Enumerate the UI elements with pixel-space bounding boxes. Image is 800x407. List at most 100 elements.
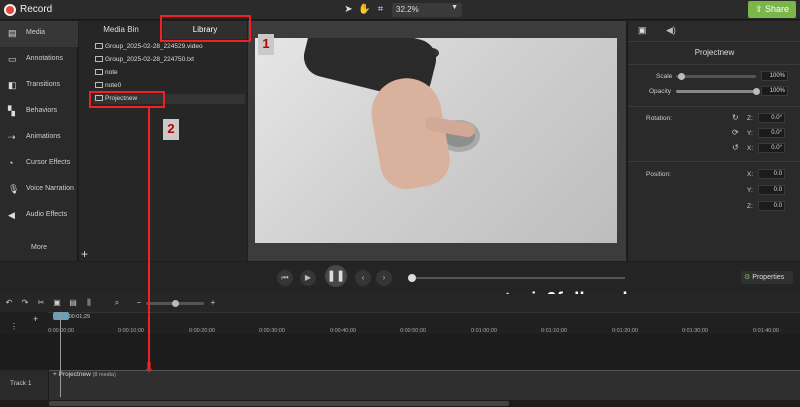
list-item[interactable]: Group_2025-02-28_224529.video [95, 42, 203, 52]
scale-field[interactable]: 100% [761, 71, 788, 81]
list-item[interactable]: Projectnew [93, 94, 245, 104]
cut-icon[interactable]: ✂ [36, 297, 46, 308]
rotation-z-label: Z: [747, 115, 753, 122]
opacity-label: Opacity [649, 88, 672, 95]
rotate-y-icon: ⟳ [732, 128, 739, 137]
position-y-field[interactable]: 0.0 [758, 185, 785, 195]
sidebar-item-audio-effects[interactable]: ◀ Audio Effects [0, 203, 78, 229]
scale-slider[interactable] [676, 75, 756, 78]
file-name: Group_2025-02-28_224750.txt [105, 56, 194, 63]
top-bar: Record ➤ ✋ ⌗ 32.2% ▼ ⇪ Share [0, 0, 800, 20]
tab-library[interactable]: Library [163, 21, 247, 39]
add-media-button[interactable]: + [81, 247, 88, 261]
sidebar-item-animations[interactable]: ⇢ Animations [0, 125, 78, 151]
play-icon[interactable]: ▶ [300, 270, 316, 286]
position-x-label: X: [747, 171, 754, 178]
image-file-icon [95, 43, 103, 50]
sidebar-item-voice-narration[interactable]: 🎙 Voice Narration [0, 177, 78, 203]
sidebar-item-label: Cursor Effects [26, 159, 71, 166]
audio-properties-icon[interactable]: ◀) [666, 25, 676, 36]
video-preview[interactable] [255, 38, 617, 243]
sidebar-item-behaviors[interactable]: ▚ Behaviors [0, 99, 78, 125]
opacity-slider-handle[interactable] [753, 88, 760, 95]
track-label[interactable]: Track 1 [0, 370, 48, 400]
sidebar-item-annotations[interactable]: ▭ Annotations [0, 47, 78, 73]
sidebar-item-cursor-effects[interactable]: ◔ Cursor Effects [0, 151, 78, 177]
sidebar-item-label: Media [26, 29, 46, 36]
add-track-icon[interactable]: + [33, 314, 38, 324]
previous-icon[interactable]: ‹ [355, 270, 371, 286]
annotation-badge-2: 2 [163, 119, 179, 140]
visual-properties-icon[interactable]: ▣ [638, 25, 647, 36]
sidebar-item-label: Audio Effects [26, 211, 68, 218]
lock-icon[interactable]: ⋮ [10, 322, 18, 331]
zoom-select[interactable]: 32.2% ▼ [392, 3, 462, 17]
scale-label: Scale [656, 73, 673, 80]
playback-bar: ⏮ ▶ ‹ › [0, 262, 800, 294]
step-back-icon[interactable]: ⏮ [277, 270, 293, 286]
sidebar-item-transitions[interactable]: ◧ Transitions [0, 73, 78, 99]
sidebar-item-media[interactable]: ▤ Media [0, 21, 78, 47]
list-item[interactable]: note [95, 68, 118, 78]
properties-button[interactable]: ⚙ Properties [741, 271, 793, 284]
image-file-icon [95, 95, 103, 102]
timeline-ruler[interactable]: 0:00:01;29 0:00:00;00 0:00:10;00 0:00:20… [48, 312, 800, 334]
rotation-y-field[interactable]: 0.0° [758, 128, 785, 138]
redo-icon[interactable]: ↷ [20, 297, 30, 308]
next-icon[interactable]: › [376, 270, 392, 286]
scale-slider-handle[interactable] [678, 73, 685, 80]
record-icon[interactable] [4, 4, 16, 16]
chevron-down-icon: ▼ [451, 4, 458, 11]
opacity-slider[interactable] [676, 90, 756, 93]
sidebar-item-label: Animations [26, 133, 61, 140]
tab-media-bin[interactable]: Media Bin [79, 21, 163, 39]
rotation-label: Rotation: [646, 115, 673, 122]
share-icon: ⇪ [754, 4, 765, 14]
zoom-in-icon[interactable]: + [208, 297, 218, 308]
rotation-x-field[interactable]: 0.0° [758, 143, 785, 153]
pause-button[interactable]: ❚❚ [325, 265, 347, 287]
properties-title: Projectnew [694, 48, 735, 57]
playhead-handle[interactable] [53, 312, 69, 320]
zoom-icon[interactable]: ⌕ [112, 297, 122, 308]
timeline-zoom-handle[interactable] [172, 300, 179, 307]
annotation-badge-1: 1 [258, 34, 274, 55]
hand-pan-icon[interactable]: ✋ [358, 3, 371, 16]
list-item[interactable]: note0 [95, 81, 121, 91]
properties-panel: ▣ ◀) Projectnew Scale 100% Opacity 100% … [627, 21, 800, 261]
select-arrow-icon[interactable]: ➤ [342, 3, 355, 16]
microphone-icon: 🎙 [8, 184, 20, 194]
list-item[interactable]: Group_2025-02-28_224750.txt [95, 55, 194, 65]
media-panel: Media Bin Library Group_2025-02-28_22452… [79, 21, 247, 261]
properties-button-label: Properties [752, 274, 785, 281]
zoom-out-icon[interactable]: − [134, 297, 144, 308]
rotation-y-label: Y: [747, 130, 753, 137]
more-button[interactable]: More [0, 244, 78, 251]
scrub-handle[interactable] [408, 274, 416, 282]
media-clip[interactable]: + Projectnew (8 media) [49, 370, 800, 400]
copy-icon[interactable]: ▣ [52, 297, 62, 308]
annotation-arrow-line [148, 108, 150, 370]
clip-name: Projectnew [58, 371, 91, 378]
position-x-field[interactable]: 0.0 [758, 169, 785, 179]
arrow-down-icon: ⇩ [143, 359, 155, 375]
behaviors-icon: ▚ [8, 106, 15, 116]
rotate-x-icon: ↺ [732, 143, 739, 152]
scrub-track[interactable] [410, 277, 625, 279]
rotation-z-field[interactable]: 0.0° [758, 113, 785, 123]
split-icon[interactable]: ⫼ [84, 297, 94, 308]
record-label[interactable]: Record [20, 4, 52, 15]
share-label: Share [765, 4, 790, 14]
paste-icon[interactable]: ▤ [68, 297, 78, 308]
position-label: Position: [646, 171, 671, 178]
crop-icon[interactable]: ⌗ [374, 3, 387, 16]
opacity-field[interactable]: 100% [761, 86, 788, 96]
undo-icon[interactable]: ↶ [4, 297, 14, 308]
file-name: Projectnew [105, 95, 138, 102]
horizontal-scrollbar[interactable] [49, 401, 509, 406]
tools-sidebar: ▤ Media ▭ Annotations ◧ Transitions ▚ Behavi… [0, 21, 78, 261]
playhead-line[interactable] [60, 312, 61, 397]
position-z-field[interactable]: 0.0 [758, 201, 785, 211]
share-button[interactable]: ⇪ Share [748, 1, 796, 18]
sidebar-item-label: Transitions [26, 81, 60, 88]
